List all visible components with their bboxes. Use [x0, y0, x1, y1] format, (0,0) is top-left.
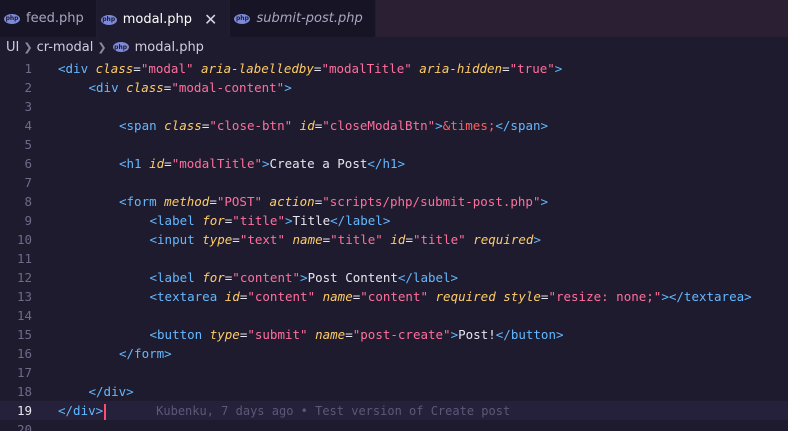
code-line[interactable]: 14 — [0, 306, 788, 325]
breadcrumb-item-ui[interactable]: UI — [6, 40, 19, 55]
line-number: 2 — [24, 80, 32, 95]
line-number: 9 — [24, 213, 32, 228]
line-number: 10 — [16, 232, 32, 247]
code-text: <div class="modal-content"> — [88, 80, 292, 95]
code-text: <div class="modal" aria-labelledby="moda… — [58, 61, 563, 76]
line-number: 4 — [24, 118, 32, 133]
php-file-icon: php — [100, 14, 117, 25]
breadcrumb: UI ❯ cr-modal ❯ php modal.php — [0, 37, 788, 57]
code-line[interactable]: 7 — [0, 173, 788, 192]
code-text: <span class="close-btn" id="closeModalBt… — [119, 118, 549, 133]
line-number: 8 — [24, 194, 32, 209]
tab-bar-empty-space — [375, 0, 788, 37]
line-number: 15 — [16, 327, 32, 342]
code-line[interactable]: 18 </div> — [0, 382, 788, 401]
breadcrumb-item-file[interactable]: modal.php — [135, 40, 204, 55]
tab-feed-php[interactable]: php feed.php — [0, 0, 97, 37]
php-file-icon: php — [112, 42, 129, 52]
code-line[interactable]: 3 — [0, 97, 788, 116]
chevron-right-icon: ❯ — [97, 40, 107, 54]
code-line[interactable]: 16 </form> — [0, 344, 788, 363]
tab-label: submit-post.php — [256, 11, 363, 26]
code-line[interactable]: 20 — [0, 420, 788, 431]
code-text: <form method="POST" action="scripts/php/… — [119, 194, 549, 209]
code-line[interactable]: 2 <div class="modal-content"> — [0, 78, 788, 97]
line-number: 5 — [24, 137, 32, 152]
code-text: <h1 id="modalTitle">Create a Post</h1> — [119, 156, 406, 171]
line-number: 20 — [16, 422, 32, 431]
code-line[interactable]: 10 <input type="text" name="title" id="ti… — [0, 230, 788, 249]
code-line[interactable]: 6 <h1 id="modalTitle">Create a Post</h1> — [0, 154, 788, 173]
code-editor[interactable]: 1 <div class="modal" aria-labelledby="mod… — [0, 57, 788, 431]
code-text: </div> Kubenku, 7 days ago • Test version… — [58, 403, 511, 420]
code-text: <button type="submit" name="post-create"… — [149, 327, 564, 342]
chevron-right-icon: ❯ — [23, 40, 33, 54]
line-number: 1 — [24, 61, 32, 76]
code-text: </form> — [119, 346, 172, 361]
php-file-icon: php — [4, 13, 20, 24]
code-line[interactable]: 12 <label for="content">Post Content</lab… — [0, 268, 788, 287]
line-number: 6 — [24, 156, 32, 171]
code-line[interactable]: 17 — [0, 363, 788, 382]
line-number: 18 — [16, 384, 32, 399]
code-line[interactable]: 8 <form method="POST" action="scripts/php… — [0, 192, 788, 211]
breadcrumb-item-cr-modal[interactable]: cr-modal — [37, 40, 94, 55]
tab-bar: php feed.php php modal.php ✕ php submit-… — [0, 0, 788, 37]
tab-label: feed.php — [26, 11, 84, 26]
line-number: 13 — [16, 289, 32, 304]
code-line[interactable]: 19 </div> Kubenku, 7 days ago • Test versi… — [0, 401, 788, 420]
code-text: <input type="text" name="title" id="titl… — [149, 232, 541, 247]
php-file-icon: php — [234, 13, 251, 24]
line-number: 19 — [16, 403, 32, 418]
line-number: 11 — [16, 251, 32, 266]
git-blame-annotation: Kubenku, 7 days ago • Test version of Cr… — [156, 404, 511, 418]
line-number: 17 — [16, 365, 32, 380]
line-number: 3 — [24, 99, 32, 114]
code-line[interactable]: 11 — [0, 249, 788, 268]
tab-label: modal.php — [122, 12, 193, 27]
tab-submit-post-php[interactable]: php submit-post.php — [230, 0, 376, 37]
code-line[interactable]: 13 <textarea id="content" name="content" … — [0, 287, 788, 306]
line-number: 12 — [16, 270, 32, 285]
text-cursor — [104, 403, 107, 420]
code-line[interactable]: 4 <span class="close-btn" id="closeModalB… — [0, 116, 788, 135]
code-line[interactable]: 9 <label for="title">Title</label> — [0, 211, 788, 230]
code-text: </div> — [88, 384, 134, 399]
tab-modal-php[interactable]: php modal.php ✕ — [96, 0, 231, 37]
line-number: 16 — [16, 346, 32, 361]
line-number: 7 — [24, 175, 32, 190]
code-text: <textarea id="content" name="content" re… — [149, 289, 752, 304]
code-text: <label for="content">Post Content</label… — [149, 270, 459, 285]
code-line[interactable]: 1 <div class="modal" aria-labelledby="mod… — [0, 59, 788, 78]
code-line[interactable]: 5 — [0, 135, 788, 154]
code-text: <label for="title">Title</label> — [149, 213, 391, 228]
code-line[interactable]: 15 <button type="submit" name="post-creat… — [0, 325, 788, 344]
close-icon[interactable]: ✕ — [204, 11, 217, 28]
line-number: 14 — [16, 308, 32, 323]
